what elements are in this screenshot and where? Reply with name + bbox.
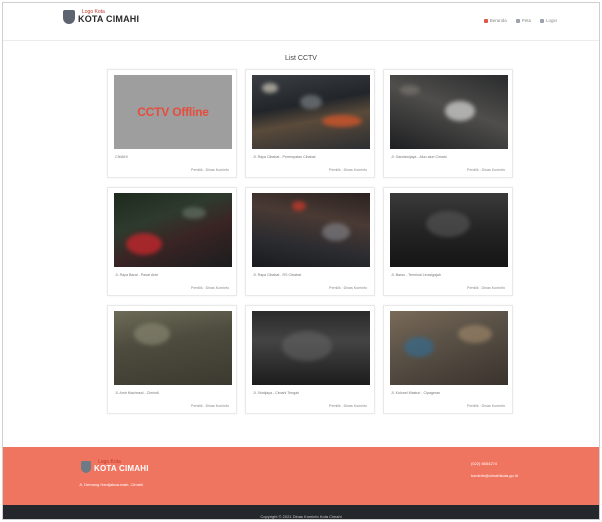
street-glow <box>400 85 420 95</box>
footer-phone: (022) 6654274 <box>471 461 498 466</box>
nav-item-login[interactable]: Login <box>539 18 557 23</box>
cctv-card[interactable]: Jl. Raya Barat - Pasar Antri Pemilik : D… <box>107 187 237 296</box>
traffic-light-glow <box>322 115 362 127</box>
cctv-card[interactable]: Jl. Raya Cibabat - RS Cibabat Pemilik : … <box>245 187 375 296</box>
cctv-thumbnail[interactable] <box>390 193 508 267</box>
map-icon <box>515 18 520 23</box>
login-icon <box>539 18 544 23</box>
top-navbar: Logo Kota KOTA CIMAHI Beranda Peta Login <box>3 3 599 40</box>
cctv-owner: Pemilik : Dinas Kominfo <box>191 404 229 408</box>
header-divider <box>3 40 599 41</box>
logo-text: Logo Kota KOTA CIMAHI <box>78 10 139 24</box>
road-glow <box>458 325 492 343</box>
cctv-thumbnail[interactable] <box>252 193 370 267</box>
cctv-owner: Pemilik : Dinas Kominfo <box>191 168 229 172</box>
city-emblem-icon <box>81 460 91 473</box>
city-emblem-icon <box>63 10 75 24</box>
nav-label: Login <box>545 18 557 23</box>
cctv-card[interactable]: Jl. Sriwijaya - Cimahi Tengah Pemilik : … <box>245 305 375 414</box>
offline-label: CCTV Offline <box>137 105 209 119</box>
cctv-title[interactable]: Jl. Raya Cibabat - Perempatan Cibabat <box>253 155 371 160</box>
nav-label: Beranda <box>489 18 507 23</box>
site-logo[interactable]: Logo Kota KOTA CIMAHI <box>63 10 139 24</box>
red-vehicle-glow <box>126 233 162 255</box>
home-icon <box>483 18 488 23</box>
street-glow <box>134 323 170 345</box>
cctv-thumbnail[interactable] <box>252 311 370 385</box>
cctv-card[interactable]: Jl. Raya Cibabat - Perempatan Cibabat Pe… <box>245 69 375 178</box>
cctv-owner: Pemilik : Dinas Kominfo <box>329 286 367 290</box>
cctv-thumbnail[interactable] <box>114 311 232 385</box>
copyright-bar: Copyright © 2021 Dinas Kominfo Kota Cima… <box>3 505 599 519</box>
road-glow <box>426 211 470 237</box>
cctv-card[interactable]: Jl. Gandawijaya - Alun-alun Cimahi Pemil… <box>383 69 513 178</box>
vehicle-glow <box>322 223 350 241</box>
cctv-title[interactable]: CIMAHI <box>115 155 233 160</box>
page-title: List CCTV <box>285 55 317 62</box>
vehicle-glow <box>445 101 475 121</box>
site-footer: Logo Kota KOTA CIMAHI Jl. Demang Hardjak… <box>3 447 599 505</box>
footer-logo-title: KOTA CIMAHI <box>94 464 149 473</box>
cctv-title[interactable]: Jl. Amir Machmud - Cimindi <box>115 391 233 396</box>
cctv-thumbnail[interactable] <box>114 193 232 267</box>
cctv-owner: Pemilik : Dinas Kominfo <box>329 404 367 408</box>
cctv-owner: Pemilik : Dinas Kominfo <box>329 168 367 172</box>
cctv-title[interactable]: Jl. Raya Cibabat - RS Cibabat <box>253 273 371 278</box>
cctv-owner: Pemilik : Dinas Kominfo <box>467 404 505 408</box>
blue-vehicle-glow <box>404 337 434 357</box>
cctv-card[interactable]: Jl. Baros - Terminal Leuwigajah Pemilik … <box>383 187 513 296</box>
cctv-title[interactable]: Jl. Baros - Terminal Leuwigajah <box>391 273 509 278</box>
vehicle-glow <box>300 95 322 109</box>
cctv-owner: Pemilik : Dinas Kominfo <box>467 168 505 172</box>
cctv-title[interactable]: Jl. Sriwijaya - Cimahi Tengah <box>253 391 371 396</box>
footer-logo[interactable]: Logo Kota KOTA CIMAHI <box>81 460 149 473</box>
cctv-title[interactable]: Jl. Raya Barat - Pasar Antri <box>115 273 233 278</box>
cctv-thumbnail[interactable] <box>390 75 508 149</box>
nav-item-peta[interactable]: Peta <box>515 18 531 23</box>
cctv-title[interactable]: Jl. Kolonel Masturi - Cipageran <box>391 391 509 396</box>
cctv-title[interactable]: Jl. Gandawijaya - Alun-alun Cimahi <box>391 155 509 160</box>
footer-logo-text: Logo Kota KOTA CIMAHI <box>94 460 149 473</box>
footer-email[interactable]: kominfo@cimahikota.go.id <box>471 473 518 478</box>
cctv-card[interactable]: Jl. Kolonel Masturi - Cipageran Pemilik … <box>383 305 513 414</box>
cctv-thumbnail[interactable] <box>390 311 508 385</box>
tail-light-glow <box>292 201 306 211</box>
footer-address: Jl. Demang Hardjakusumah, Cimahi <box>79 482 144 487</box>
nav-item-beranda[interactable]: Beranda <box>483 18 507 23</box>
browser-page: Logo Kota KOTA CIMAHI Beranda Peta Login… <box>2 2 600 520</box>
cctv-thumbnail-offline[interactable]: CCTV Offline <box>114 75 232 149</box>
cctv-owner: Pemilik : Dinas Kominfo <box>467 286 505 290</box>
cctv-thumbnail[interactable] <box>252 75 370 149</box>
copyright-text: Copyright © 2021 Dinas Kominfo Kota Cima… <box>260 514 342 519</box>
logo-title: KOTA CIMAHI <box>78 14 140 24</box>
tree-glow <box>182 207 206 219</box>
cctv-owner: Pemilik : Dinas Kominfo <box>191 286 229 290</box>
cctv-card[interactable]: Jl. Amir Machmud - Cimindi Pemilik : Din… <box>107 305 237 414</box>
cctv-card[interactable]: CCTV Offline CIMAHI Pemilik : Dinas Komi… <box>107 69 237 178</box>
nav-label: Peta <box>521 18 531 23</box>
main-nav: Beranda Peta Login <box>483 18 557 23</box>
road-glow <box>282 331 332 361</box>
street-light-glow <box>262 83 278 93</box>
